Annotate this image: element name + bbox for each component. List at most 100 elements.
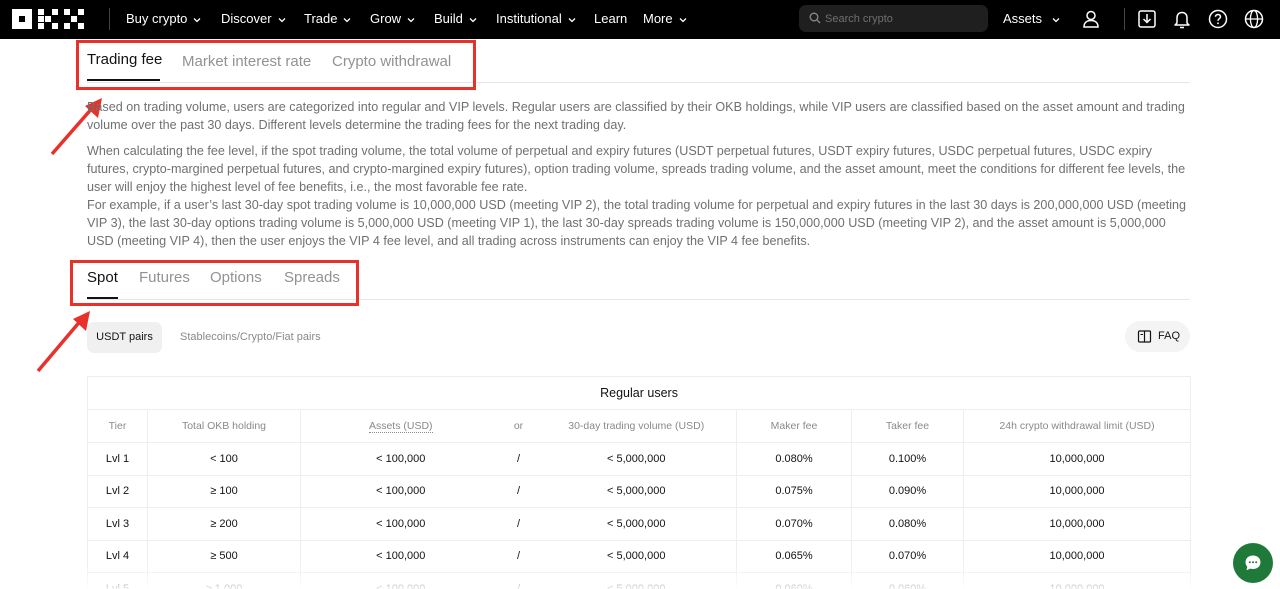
chevron-down-icon xyxy=(679,17,687,22)
table-cell: < 100,000 xyxy=(300,442,501,476)
nav-item-label: Build xyxy=(434,11,463,26)
user-icon[interactable] xyxy=(1080,8,1102,30)
annotation-arrow xyxy=(36,311,90,373)
nav-item-label: Trade xyxy=(304,11,338,26)
highlight-box xyxy=(70,260,359,306)
table-cell: 0.060% xyxy=(736,572,852,589)
table-cell: ≥ 200 xyxy=(147,507,301,541)
table-caption: Regular users xyxy=(86,376,1192,410)
assets-menu[interactable]: Assets xyxy=(1003,0,1061,39)
table-cell: 0.090% xyxy=(851,474,964,508)
table-cell: Lvl 5 xyxy=(87,572,148,589)
description-paragraph-2: When calculating the fee level, if the s… xyxy=(87,144,1186,194)
column-header: Taker fee xyxy=(851,409,964,443)
table-cell: < 100,000 xyxy=(300,572,501,589)
nav-item-label: Buy crypto xyxy=(126,11,188,26)
table-cell: 10,000,000 xyxy=(962,442,1192,476)
table-cell: / xyxy=(500,507,537,541)
assets-label: Assets xyxy=(1003,11,1043,26)
nav-item-grow[interactable]: Grow xyxy=(370,0,416,39)
faq-button[interactable]: FAQ xyxy=(1125,321,1190,352)
table-cell: < 100 xyxy=(147,442,301,476)
table-cell: 0.080% xyxy=(736,442,852,476)
table-row: Lvl 3 ≥ 200 < 100,000/< 5,000,000 0.070% 0.0… xyxy=(87,507,1192,541)
table-cell: ≥ 100 xyxy=(147,474,301,508)
table-cell: 10,000,000 xyxy=(962,507,1192,541)
table-cell: Lvl 4 xyxy=(87,539,148,573)
column-header: Assets (USD) xyxy=(300,409,501,443)
bell-icon[interactable] xyxy=(1171,8,1193,30)
table-cell: / xyxy=(500,539,537,573)
table-cell: < 5,000,000 xyxy=(536,474,737,508)
search-box[interactable] xyxy=(799,5,988,32)
stablecoins-crypto-fiat-pairs-button[interactable]: Stablecoins/Crypto/Fiat pairs xyxy=(180,322,321,353)
fee-table: Regular users Tier Total OKB holding Ass… xyxy=(86,376,1192,589)
table-cell: 0.100% xyxy=(851,442,964,476)
nav-item-label: Institutional xyxy=(496,11,562,26)
icon-divider xyxy=(1124,8,1125,30)
column-header: Tier xyxy=(87,409,148,443)
table-cell: < 5,000,000 xyxy=(536,572,737,589)
column-header: or xyxy=(500,409,537,443)
faq-label: FAQ xyxy=(1158,330,1181,342)
okx-logo[interactable] xyxy=(12,9,84,29)
table-cell: 0.070% xyxy=(851,539,964,573)
table-cell: ≥ 1,000 xyxy=(147,572,301,589)
table-cell: Lvl 2 xyxy=(87,474,148,508)
nav-item-institutional[interactable]: Institutional xyxy=(496,0,577,39)
chat-support-button[interactable] xyxy=(1233,543,1273,583)
table-cell: 10,000,000 xyxy=(962,539,1192,573)
table-cell: 10,000,000 xyxy=(962,572,1192,589)
table-cell: ≥ 500 xyxy=(147,539,301,573)
table-cell: 0.075% xyxy=(736,474,852,508)
table-row: Lvl 5 ≥ 1,000 < 100,000/< 5,000,000 0.060% 0… xyxy=(87,572,1192,589)
table-cell: < 100,000 xyxy=(300,474,501,508)
nav-item-build[interactable]: Build xyxy=(434,0,478,39)
nav-item-discover[interactable]: Discover xyxy=(221,0,287,39)
table-cell: < 100,000 xyxy=(300,539,501,573)
table-cell: < 5,000,000 xyxy=(536,507,737,541)
table-header-row: Tier Total OKB holding Assets (USD) or 3… xyxy=(87,409,1192,443)
book-icon xyxy=(1137,330,1152,343)
table-cell: Lvl 3 xyxy=(87,507,148,541)
nav-item-buy-crypto[interactable]: Buy crypto xyxy=(126,0,202,39)
search-icon xyxy=(809,12,821,24)
table-cell: Lvl 1 xyxy=(87,442,148,476)
table-row: Lvl 2 ≥ 100 < 100,000/< 5,000,000 0.075% 0.0… xyxy=(87,474,1192,508)
table-cell: < 5,000,000 xyxy=(536,539,737,573)
table-cell: 0.080% xyxy=(851,507,964,541)
nav-item-label: Grow xyxy=(370,11,402,26)
table-cell: 10,000,000 xyxy=(962,474,1192,508)
nav-item-trade[interactable]: Trade xyxy=(304,0,352,39)
chevron-down-icon xyxy=(1052,17,1060,22)
chevron-down-icon xyxy=(193,17,201,22)
table-cell: 0.065% xyxy=(736,539,852,573)
chevron-down-icon xyxy=(469,17,477,22)
table-row: Lvl 4 ≥ 500 < 100,000/< 5,000,000 0.065% 0.0… xyxy=(87,539,1192,573)
table-cell: < 100,000 xyxy=(300,507,501,541)
table-cell: / xyxy=(500,572,537,589)
assets-header-label[interactable]: Assets (USD) xyxy=(368,420,433,433)
nav-divider xyxy=(109,8,110,30)
search-input[interactable] xyxy=(825,5,983,32)
column-header: 24h crypto withdrawal limit (USD) xyxy=(962,409,1192,443)
chevron-down-icon xyxy=(278,17,286,22)
table-row: Lvl 1 < 100 < 100,000/< 5,000,000 0.080% 0.1… xyxy=(87,442,1192,476)
column-header: Maker fee xyxy=(736,409,852,443)
usdt-pairs-button[interactable]: USDT pairs xyxy=(87,322,162,353)
help-icon[interactable] xyxy=(1207,8,1229,30)
column-header: 30-day trading volume (USD) xyxy=(536,409,737,443)
nav-item-more[interactable]: More xyxy=(643,0,688,39)
top-navigation-bar: Buy crypto Discover Trade Grow Build Institut… xyxy=(0,0,1280,39)
download-icon[interactable] xyxy=(1136,8,1158,30)
chevron-down-icon xyxy=(407,17,415,22)
nav-item-learn[interactable]: Learn xyxy=(594,0,627,39)
table-cell: / xyxy=(500,442,537,476)
nav-item-label: Learn xyxy=(594,11,628,26)
description-paragraph-3: For example, if a user’s last 30-day spo… xyxy=(87,198,1187,248)
description-paragraph-1: Based on trading volume, users are categ… xyxy=(87,100,1185,132)
table-cell: 0.070% xyxy=(736,507,852,541)
chat-icon xyxy=(1245,555,1261,571)
highlight-box xyxy=(76,40,476,90)
globe-icon[interactable] xyxy=(1243,8,1265,30)
